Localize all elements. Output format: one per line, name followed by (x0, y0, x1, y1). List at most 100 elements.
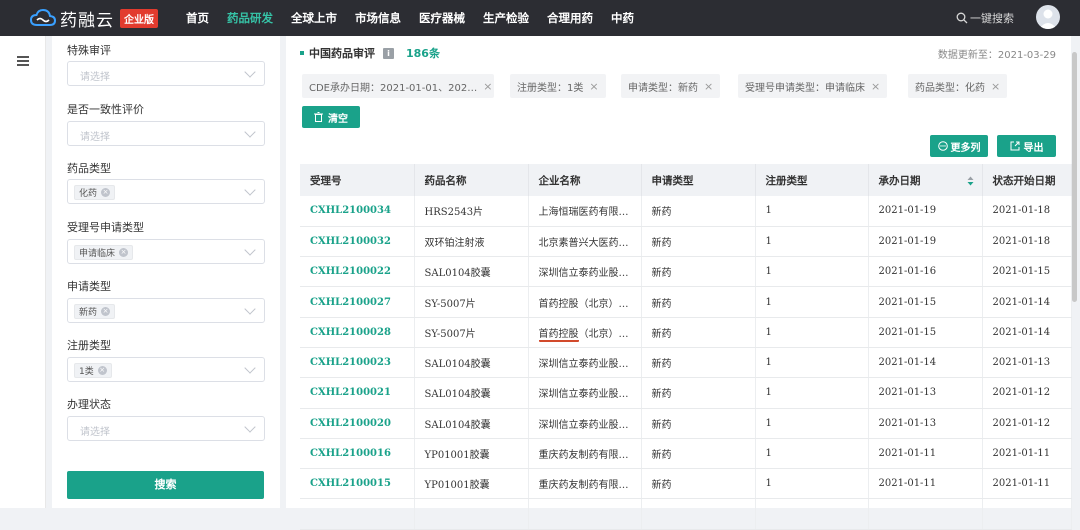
export-button[interactable]: 导出 (997, 135, 1056, 157)
nav-drug-rd[interactable]: 药品研发 (227, 10, 273, 26)
column-header-undertake-date[interactable]: 承办日期 (868, 164, 983, 196)
selected-tag: 1类 × (74, 363, 112, 378)
cell-company: 深圳信立泰药业股… (528, 408, 642, 439)
cell-acceptance-no[interactable] (300, 498, 415, 530)
filter-chip-registration-type: 注册类型：1类 × (510, 74, 606, 98)
cell-drug-name: YP01001胶囊 (414, 468, 529, 500)
filter-chip-cde-date: CDE承办日期：2021-01-01、202… × (302, 74, 494, 98)
nav-home[interactable]: 首页 (186, 10, 209, 26)
nav-global-launch[interactable]: 全球上市 (291, 10, 337, 26)
cell-application-type: 新药 (641, 317, 756, 348)
filter-label-consistency-eval: 是否一致性评价 (67, 103, 144, 116)
chevron-down-icon (244, 421, 256, 433)
table-row[interactable]: CXHL2100028 SY-5007片 首药控股（北京）… 新药 1 2021-01-1… (300, 317, 1072, 348)
chip-remove-icon[interactable]: × (991, 80, 1000, 93)
chevron-down-icon (244, 244, 256, 256)
cell-acceptance-no[interactable]: CXHL2100027 (300, 286, 415, 318)
clear-button[interactable]: 清空 (302, 106, 360, 128)
column-header-acceptance-no[interactable]: 受理号 (300, 164, 415, 196)
sort-icon[interactable] (967, 176, 974, 186)
tag-label: 化药 (79, 189, 98, 199)
table-row[interactable]: CXHL2100027 SY-5007片 首药控股（北京）… 新药 1 2021-01-1… (300, 286, 1072, 318)
select-placeholder: 请选择 (80, 132, 110, 143)
table-row[interactable]: CXHL2100015 YP01001胶囊 重庆药友制药有限… 新药 1 2021-01-… (300, 468, 1072, 500)
clear-button-label: 清空 (328, 113, 348, 125)
chip-remove-icon[interactable]: × (483, 80, 492, 93)
filter-chip-acceptance-type: 受理号申请类型：申请临床 × (738, 74, 888, 98)
column-header-company[interactable]: 企业名称 (528, 164, 642, 196)
nav-rational-drug-use[interactable]: 合理用药 (547, 10, 593, 26)
global-search-label: 一键搜索 (970, 12, 1014, 25)
cell-application-type: 新药 (641, 256, 756, 288)
chevron-down-icon (244, 184, 256, 196)
table-row[interactable]: CXHL2100022 SAL0104胶囊 深圳信立泰药业股… 新药 1 2021-01-… (300, 256, 1072, 288)
column-header-application-type[interactable]: 申请类型 (641, 164, 756, 196)
results-panel: 中国药品审评 i 186条 数据更新至：2021-03-29 CDE承办日期：2… (286, 36, 1072, 530)
select-placeholder: 请选择 (80, 72, 110, 83)
chevron-down-icon (244, 362, 256, 374)
consistency-eval-select[interactable]: 请选择 (67, 121, 265, 146)
more-columns-button[interactable]: 更多列 (930, 135, 988, 157)
cell-registration-type: 1 (755, 377, 869, 409)
cell-registration-type: 1 (755, 468, 869, 500)
cell-acceptance-no[interactable]: CXHL2100022 (300, 256, 415, 288)
cell-registration-type: 1 (755, 286, 869, 318)
cell-drug-name: 双环铂注射液 (414, 226, 529, 258)
filter-search-button[interactable]: 搜索 (67, 471, 264, 499)
nav-tcm[interactable]: 中药 (611, 10, 634, 26)
nav-medical-devices[interactable]: 医疗器械 (419, 10, 465, 26)
page-scrollbar[interactable] (1072, 52, 1077, 302)
cell-acceptance-no[interactable]: CXHL2100016 (300, 438, 415, 470)
acceptance-application-type-select[interactable]: 申请临床 × (67, 239, 265, 264)
drug-type-select[interactable]: 化药 × (67, 179, 265, 204)
table-row[interactable]: CXHL2100016 YP01001胶囊 重庆药友制药有限… 新药 1 2021-01-… (300, 438, 1072, 470)
cell-acceptance-no[interactable]: CXHL2100023 (300, 347, 415, 379)
cell-registration-type (755, 498, 869, 530)
cell-acceptance-no[interactable]: CXHL2100032 (300, 226, 415, 258)
cell-acceptance-no[interactable]: CXHL2100034 (300, 196, 415, 227)
menu-toggle-icon[interactable] (17, 56, 29, 66)
tag-label: 新药 (79, 308, 98, 318)
processing-status-select[interactable]: 请选择 (67, 416, 265, 441)
cell-company: 北京素普兴大医药… (528, 226, 642, 258)
info-icon[interactable]: i (383, 47, 394, 59)
special-review-select[interactable]: 请选择 (67, 61, 265, 86)
cell-text-rest: （北京）… (578, 328, 629, 340)
tag-remove-icon[interactable]: × (119, 248, 129, 257)
registration-type-select[interactable]: 1类 × (67, 357, 265, 382)
cell-acceptance-no[interactable]: CXHL2100015 (300, 468, 415, 500)
user-avatar[interactable] (1036, 5, 1060, 29)
tag-remove-icon[interactable]: × (97, 366, 107, 375)
column-header-registration-type[interactable]: 注册类型 (755, 164, 869, 196)
table-header-row: 受理号 药品名称 企业名称 申请类型 注册类型 承办日期 状态开始日期 (300, 164, 1072, 196)
cell-acceptance-no[interactable]: CXHL2100020 (300, 408, 415, 439)
nav-production-inspection[interactable]: 生产检验 (483, 10, 529, 26)
table-row[interactable]: CXHL2100021 SAL0104胶囊 深圳信立泰药业股… 新药 1 2021-01-… (300, 377, 1072, 409)
table-row[interactable]: CXHL2100023 SAL0104胶囊 深圳信立泰药业股… 新药 1 2021-01-… (300, 347, 1072, 379)
cell-acceptance-no[interactable]: CXHL2100021 (300, 377, 415, 409)
table-row[interactable]: CXHL2100032 双环铂注射液 北京素普兴大医药… 新药 1 2021-01-19 2… (300, 226, 1072, 258)
cell-acceptance-no[interactable]: CXHL2100028 (300, 317, 415, 348)
cell-status-start-date: 2021-01-18 (982, 226, 1072, 258)
table-row[interactable]: CXHL2100020 SAL0104胶囊 深圳信立泰药业股… 新药 1 2021-01-… (300, 408, 1072, 439)
table-row[interactable] (300, 498, 1072, 530)
chip-remove-icon[interactable]: × (871, 80, 880, 93)
column-header-drug-name[interactable]: 药品名称 (414, 164, 529, 196)
nav-market-info[interactable]: 市场信息 (355, 10, 401, 26)
column-header-status-start-date[interactable]: 状态开始日期 (982, 164, 1072, 196)
cell-undertake-date: 2021-01-13 (868, 377, 983, 409)
cell-status-start-date: 2021-01-14 (982, 286, 1072, 318)
filter-label-special-review: 特殊审评 (67, 44, 111, 57)
application-type-select[interactable]: 新药 × (67, 298, 265, 323)
filter-label-application-type: 申请类型 (67, 280, 111, 293)
tag-remove-icon[interactable]: × (101, 307, 111, 316)
brand-logo[interactable]: 药融云 企业版 (30, 6, 180, 31)
cell-company (528, 498, 642, 530)
cell-drug-name (414, 498, 529, 530)
table-row[interactable]: CXHL2100034 HRS2543片 上海恒瑞医药有限… 新药 1 2021-01-1… (300, 196, 1072, 227)
chip-remove-icon[interactable]: × (704, 80, 713, 93)
global-search-button[interactable]: 一键搜索 (956, 10, 1014, 26)
cell-status-start-date (982, 498, 1072, 530)
tag-remove-icon[interactable]: × (101, 188, 111, 197)
chip-remove-icon[interactable]: × (589, 80, 598, 93)
